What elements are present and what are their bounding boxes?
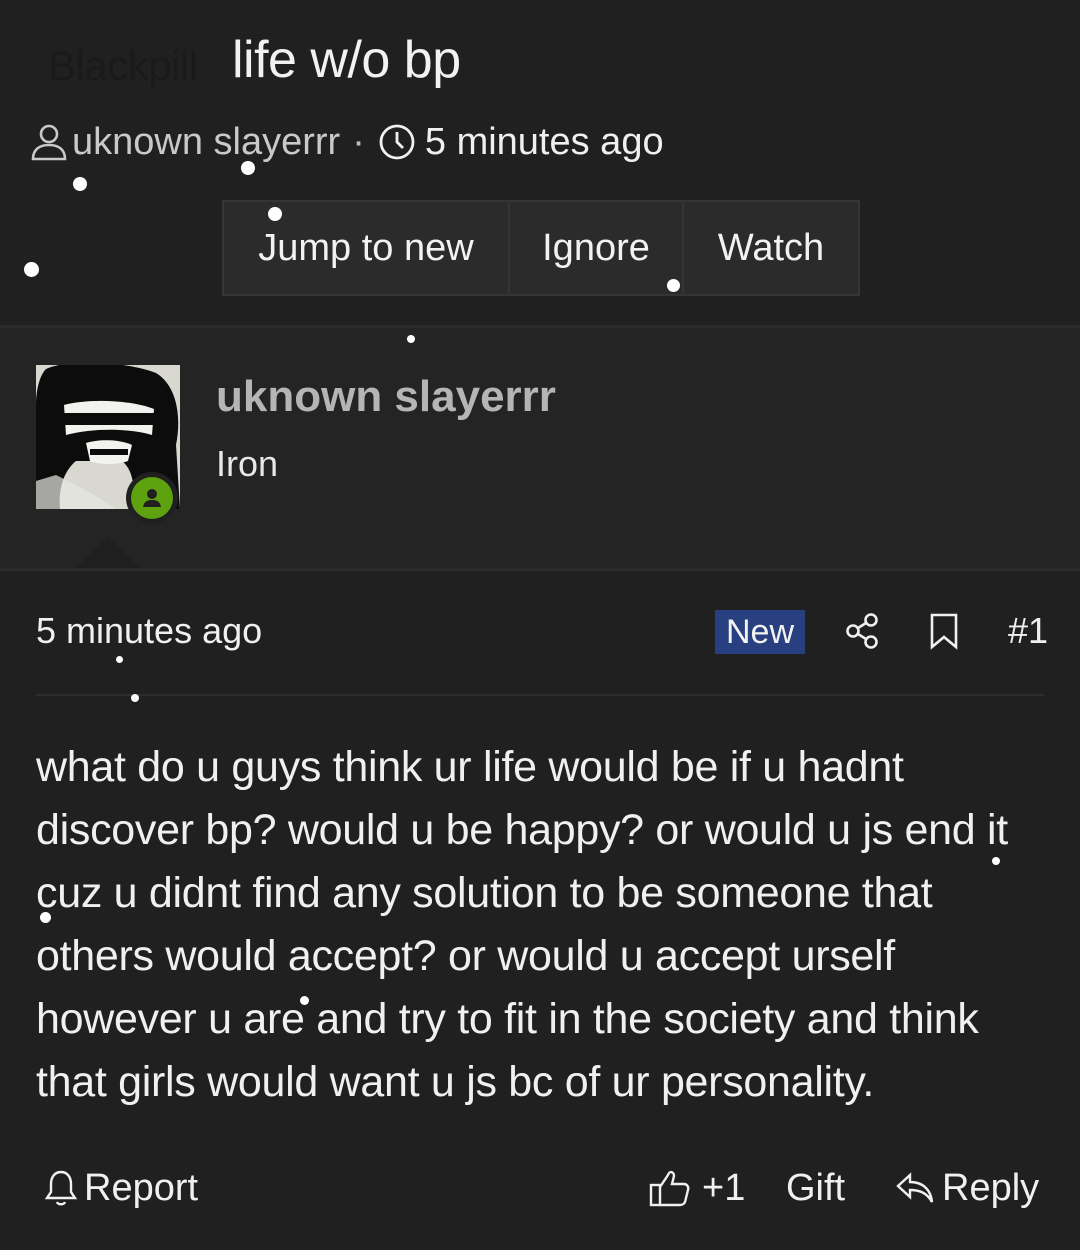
clock-icon [377,122,417,162]
post-username[interactable]: uknown slayerrr [216,372,556,422]
snow-particle [300,996,309,1005]
divider [36,694,1044,696]
like-count: +1 [702,1166,746,1209]
online-status-icon [126,472,178,524]
thread-header: Blackpill life w/o bp uknown slayerrr · … [0,0,1080,325]
snow-particle [407,335,415,343]
reply-icon [894,1169,942,1207]
snow-particle [116,656,123,663]
snow-particle [268,207,282,221]
thread-time[interactable]: 5 minutes ago [425,121,664,164]
report-label: Report [84,1166,199,1209]
snow-particle [667,279,680,292]
thread-meta: uknown slayerrr · 5 minutes ago [30,118,664,166]
jump-to-new-button[interactable]: Jump to new [222,200,510,296]
post-body: what do u guys think ur life would be if… [36,743,1008,1106]
bell-icon [44,1168,84,1208]
snow-particle [24,262,39,277]
thumbs-up-icon [648,1167,698,1209]
report-button[interactable]: Report [44,1160,198,1216]
meta-separator: · [352,120,365,163]
share-icon[interactable] [844,612,880,655]
bookmark-icon[interactable] [929,612,959,655]
user-block-caret [76,536,140,568]
snow-particle [40,912,51,923]
post-footer: Report +1 Gift Reply [0,1160,1080,1216]
post-time[interactable]: 5 minutes ago [36,610,262,652]
user-icon [30,122,68,162]
like-button[interactable]: +1 [648,1160,745,1216]
ignore-button[interactable]: Ignore [510,200,684,296]
snow-particle [241,161,255,175]
gift-button[interactable]: Gift [786,1160,845,1216]
snow-particle [131,694,139,702]
user-title: Iron [216,443,279,484]
watch-button[interactable]: Watch [684,200,860,296]
thread-prefix[interactable]: Blackpill [48,42,198,90]
thread-actions: Jump to new Ignore Watch [222,200,860,296]
new-badge: New [715,610,805,654]
snow-particle [992,857,1000,865]
thread-author[interactable]: uknown slayerrr [72,121,340,164]
reply-button[interactable]: Reply [894,1160,1039,1216]
divider [0,568,1080,571]
thread-title: life w/o bp [232,31,461,89]
reply-label: Reply [942,1166,1040,1209]
snow-particle [73,177,87,191]
post-number[interactable]: #1 [1008,610,1048,652]
